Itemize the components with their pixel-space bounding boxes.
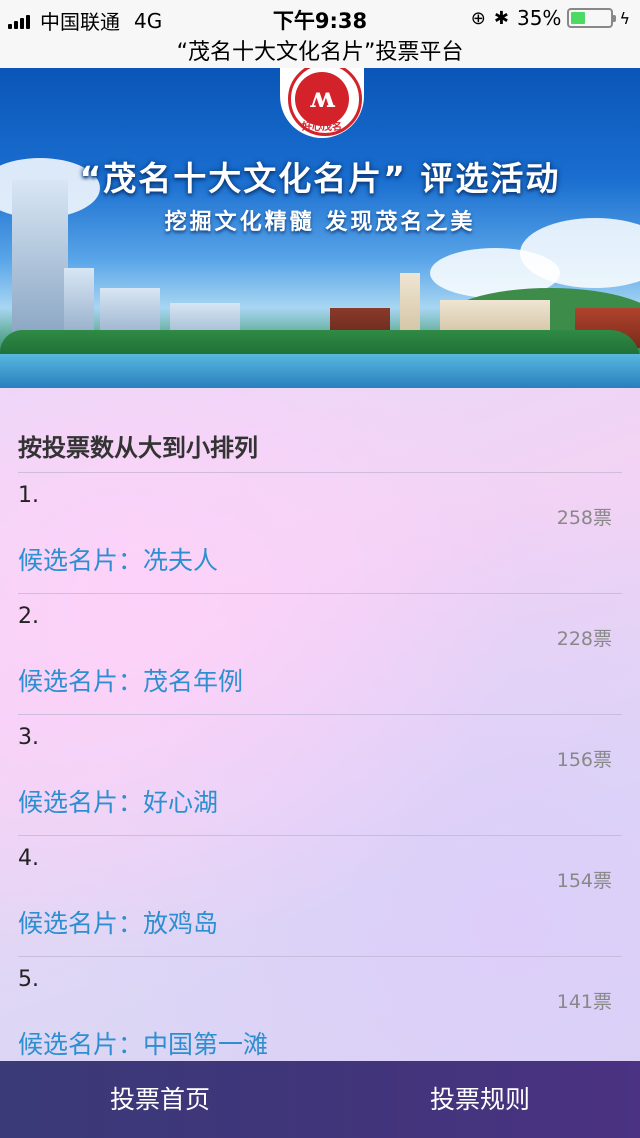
tab-vote-home[interactable]: 投票首页 — [0, 1061, 320, 1138]
tab-vote-rules[interactable]: 投票规则 — [320, 1061, 640, 1138]
battery-percent: 35% — [516, 6, 562, 30]
rank-number: 5. — [18, 967, 39, 992]
candidate-name[interactable]: 候选名片：冼夫人 — [18, 541, 218, 577]
battery-icon — [567, 8, 617, 28]
vote-count: 156票 — [556, 749, 612, 771]
candidate-name[interactable]: 候选名片：中国第一滩 — [18, 1025, 268, 1061]
bluetooth-icon: ✱ — [493, 7, 509, 29]
list-item[interactable]: 5. 141票 候选名片：中国第一滩 — [18, 956, 622, 1061]
banner-headline: “茂名十大文化名片” 评选活动 — [79, 159, 561, 198]
list-item[interactable]: 3. 156票 候选名片：好心湖 — [18, 714, 622, 835]
logo-text: 好心茂名 — [302, 122, 342, 133]
orientation-lock-icon: ⊕ — [470, 7, 486, 29]
logo-glyph: ʍ — [309, 81, 335, 114]
page-title: “茂名十大文化名片”投票平台 — [0, 34, 640, 68]
banner-subline: 挖掘文化精髓 发现茂名之美 — [164, 209, 476, 235]
rank-number: 2. — [18, 604, 39, 629]
candidate-name[interactable]: 候选名片：好心湖 — [18, 783, 218, 819]
ranking-content: 按投票数从大到小排列 1. 258票 候选名片：冼夫人 2. 228票 候选名片… — [0, 388, 640, 1061]
list-item[interactable]: 2. 228票 候选名片：茂名年例 — [18, 593, 622, 714]
rank-number: 1. — [18, 483, 39, 508]
candidate-name[interactable]: 候选名片：放鸡岛 — [18, 904, 218, 940]
status-right: ⊕ ✱ 35% ϟ — [471, 6, 630, 30]
charging-icon: ϟ — [619, 8, 630, 28]
list-item[interactable]: 4. 154票 候选名片：放鸡岛 — [18, 835, 622, 956]
sort-label: 按投票数从大到小排列 — [18, 434, 258, 462]
rank-number: 3. — [18, 725, 39, 750]
bottom-tab-bar: 投票首页 投票规则 — [0, 1061, 640, 1138]
vote-count: 141票 — [556, 991, 612, 1013]
vote-count: 258票 — [556, 507, 612, 529]
status-bar: 中国联通 4G 下午9:38 ⊕ ✱ 35% ϟ — [0, 0, 640, 36]
ranking-list: 1. 258票 候选名片：冼夫人 2. 228票 候选名片：茂名年例 3. 15… — [18, 472, 622, 1061]
candidate-name[interactable]: 候选名片：茂名年例 — [18, 662, 243, 698]
banner-image: ʍ 好心茂名 “茂名十大文化名片” 评选活动 挖掘文化精髓 发现茂名之美 — [0, 68, 640, 388]
list-item[interactable]: 1. 258票 候选名片：冼夫人 — [18, 472, 622, 593]
vote-count: 154票 — [556, 870, 612, 892]
lake-shape — [0, 354, 640, 388]
vote-count: 228票 — [556, 628, 612, 650]
rank-number: 4. — [18, 846, 39, 871]
